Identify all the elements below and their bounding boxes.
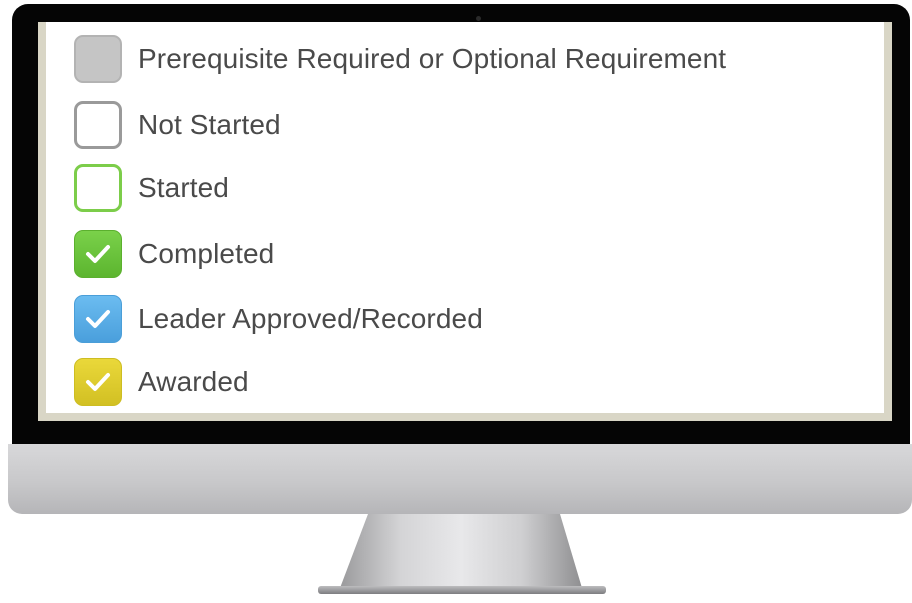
empty-box-icon <box>74 101 122 149</box>
camera-dot <box>476 16 481 21</box>
green-outline-box-icon <box>74 164 122 212</box>
legend-item-completed: Completed <box>74 227 274 281</box>
checkmark-icon <box>86 373 110 391</box>
legend-label: Not Started <box>138 109 281 140</box>
legend-item-not-started: Not Started <box>74 98 281 152</box>
legend-label: Prerequisite Required or Optional Requir… <box>138 43 727 74</box>
legend-label: Started <box>138 172 229 203</box>
legend-label: Awarded <box>138 366 249 397</box>
legend-label: Leader Approved/Recorded <box>138 303 483 334</box>
legend-item-awarded: Awarded <box>74 355 249 409</box>
legend-item-started: Started <box>74 161 229 215</box>
legend-item-prerequisite: Prerequisite Required or Optional Requir… <box>74 32 726 86</box>
monitor-mockup: Prerequisite Required or Optional Requir… <box>0 0 912 603</box>
monitor-chin <box>8 444 912 514</box>
checkmark-icon <box>86 245 110 263</box>
gray-filled-box-icon <box>74 35 122 83</box>
blue-check-box-icon <box>74 295 122 343</box>
green-check-box-icon <box>74 230 122 278</box>
legend-label: Completed <box>138 238 275 269</box>
yellow-check-box-icon <box>74 358 122 406</box>
checkmark-icon <box>86 310 110 328</box>
legend-item-leader-approved: Leader Approved/Recorded <box>74 292 483 346</box>
